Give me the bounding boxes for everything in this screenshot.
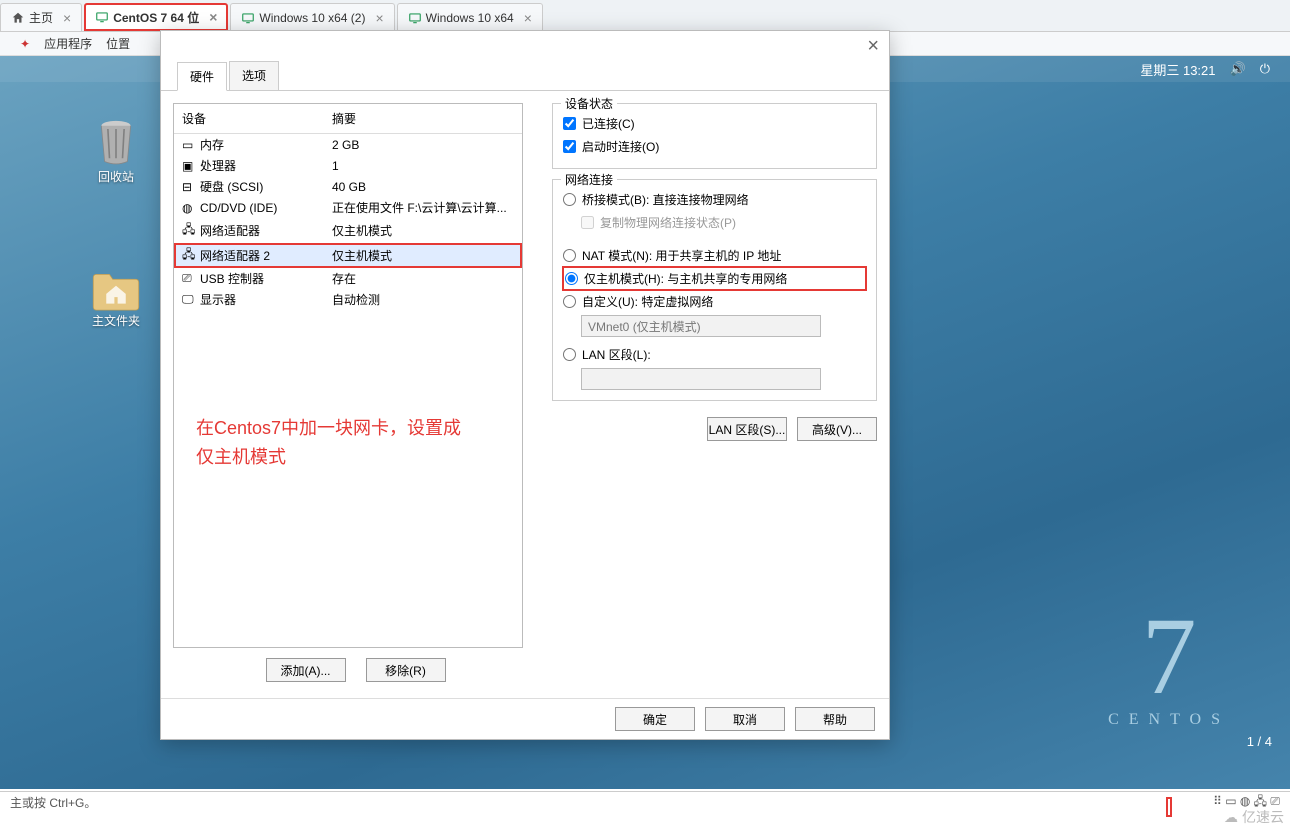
cloud-icon: ☁ xyxy=(1224,809,1238,826)
vm-icon xyxy=(408,11,422,25)
radio-custom[interactable]: 自定义(U): 特定虚拟网络 xyxy=(563,290,866,313)
tab-label: CentOS 7 64 位 xyxy=(113,9,199,26)
hw-row-cd[interactable]: ◍CD/DVD (IDE)正在使用文件 F:\云计算\云计算... xyxy=(174,197,522,218)
menu-position[interactable]: 位置 xyxy=(106,35,130,52)
custom-network-combo: VMnet0 (仅主机模式) xyxy=(581,315,821,337)
radio-bridged[interactable]: 桥接模式(B): 直接连接物理网络 xyxy=(563,188,866,211)
tab-label: 主页 xyxy=(29,9,53,26)
tab-label: Windows 10 x64 xyxy=(426,11,514,25)
tab-hardware[interactable]: 硬件 xyxy=(177,62,227,91)
dialog-body: 设备 摘要 ▭内存2 GB ▣处理器1 ⊟硬盘 (SCSI)40 GB ◍CD/… xyxy=(161,91,889,690)
ok-button[interactable]: 确定 xyxy=(615,707,695,731)
adv-buttons: LAN 区段(S)... 高级(V)... xyxy=(552,411,877,441)
network-connection-group: 网络连接 桥接模式(B): 直接连接物理网络 复制物理网络连接状态(P) NAT… xyxy=(552,179,877,401)
hardware-header: 设备 摘要 xyxy=(174,104,522,134)
settings-right-panel: 设备状态 已连接(C) 启动时连接(O) 网络连接 桥接模式(B): 直接连接物… xyxy=(552,103,877,690)
lan-segments-button[interactable]: LAN 区段(S)... xyxy=(707,417,787,441)
display-icon: 🖵 xyxy=(182,292,200,307)
hw-row-net2[interactable]: 🖧网络适配器 2仅主机模式 xyxy=(174,243,522,268)
vm-tabs-bar: 主页 × CentOS 7 64 位 × Windows 10 x64 (2) … xyxy=(0,0,1290,32)
status-hint: 主或按 Ctrl+G。 xyxy=(10,794,96,811)
radio-nat[interactable]: NAT 模式(N): 用于共享主机的 IP 地址 xyxy=(563,244,866,267)
hw-row-net1[interactable]: 🖧网络适配器仅主机模式 xyxy=(174,218,522,243)
status-bar: 主或按 Ctrl+G。 ⠿ ▭ ◍ 🖧 ⎚ xyxy=(0,791,1290,813)
tab-home[interactable]: 主页 × xyxy=(0,3,82,31)
add-hardware-button[interactable]: 添加(A)... xyxy=(266,658,346,682)
remove-hardware-button[interactable]: 移除(R) xyxy=(366,658,446,682)
close-icon[interactable]: × xyxy=(524,10,532,26)
volume-icon[interactable]: 🔊 xyxy=(1230,61,1246,77)
desktop-icon-home[interactable]: 主文件夹 xyxy=(90,266,142,329)
annotation-text: 在Centos7中加一块网卡，设置成 仅主机模式 xyxy=(196,414,461,472)
centos-text: CENTOS xyxy=(1108,711,1230,729)
col-summary: 摘要 xyxy=(332,110,356,127)
power-icon[interactable]: ⏻ xyxy=(1260,61,1270,77)
centos-logo: 7 CENTOS xyxy=(1108,601,1230,729)
close-icon[interactable]: × xyxy=(209,9,217,25)
memory-icon: ▭ xyxy=(182,138,200,152)
usb-icon: ⎚ xyxy=(182,271,200,286)
tab-win10-2[interactable]: Windows 10 x64 (2) × xyxy=(230,3,394,31)
tab-win10[interactable]: Windows 10 x64 × xyxy=(397,3,543,31)
hw-row-display[interactable]: 🖵显示器自动检测 xyxy=(174,289,522,310)
col-device: 设备 xyxy=(182,110,332,127)
folder-home-icon xyxy=(90,266,142,312)
dialog-close-button[interactable]: × xyxy=(867,35,879,58)
vm-icon xyxy=(241,11,255,25)
hardware-actions: 添加(A)... 移除(R) xyxy=(173,648,538,682)
group-title: 网络连接 xyxy=(561,171,617,188)
vm-settings-dialog: × 硬件 选项 设备 摘要 ▭内存2 GB ▣处理器1 ⊟硬盘 (SCSI)40… xyxy=(160,30,890,740)
cpu-icon: ▣ xyxy=(182,159,200,173)
connect-on-start-checkbox[interactable]: 启动时连接(O) xyxy=(563,135,866,158)
hardware-list-panel: 设备 摘要 ▭内存2 GB ▣处理器1 ⊟硬盘 (SCSI)40 GB ◍CD/… xyxy=(173,103,523,648)
hw-row-memory[interactable]: ▭内存2 GB xyxy=(174,134,522,155)
dialog-tabs: 硬件 选项 xyxy=(161,61,889,91)
cancel-button[interactable]: 取消 xyxy=(705,707,785,731)
tab-label: Windows 10 x64 (2) xyxy=(259,11,365,25)
vm-icon xyxy=(95,10,109,24)
radio-lan-segment[interactable]: LAN 区段(L): xyxy=(563,343,866,366)
home-icon xyxy=(11,11,25,25)
hw-row-hdd[interactable]: ⊟硬盘 (SCSI)40 GB xyxy=(174,176,522,197)
network-icon: 🖧 xyxy=(182,220,200,241)
hardware-list[interactable]: ▭内存2 GB ▣处理器1 ⊟硬盘 (SCSI)40 GB ◍CD/DVD (I… xyxy=(174,134,522,647)
hdd-icon: ⊟ xyxy=(182,180,200,194)
device-state-group: 设备状态 已连接(C) 启动时连接(O) xyxy=(552,103,877,169)
group-title: 设备状态 xyxy=(561,95,617,112)
cd-icon: ◍ xyxy=(182,201,200,215)
watermark: ☁ 亿速云 xyxy=(1224,807,1284,827)
clock-label: 星期三 13:21 xyxy=(1140,60,1215,79)
icon-label: 回收站 xyxy=(98,168,134,185)
page-indicator: 1 / 4 xyxy=(1247,734,1272,749)
trash-icon xyxy=(90,116,142,168)
hw-row-cpu[interactable]: ▣处理器1 xyxy=(174,155,522,176)
icon-label: 主文件夹 xyxy=(92,312,140,329)
close-icon[interactable]: × xyxy=(375,10,383,26)
desktop-icon-trash[interactable]: 回收站 xyxy=(90,116,142,185)
lan-segment-combo xyxy=(581,368,821,390)
close-icon[interactable]: × xyxy=(63,10,71,26)
red-marker xyxy=(1166,797,1172,817)
connected-checkbox[interactable]: 已连接(C) xyxy=(563,112,866,135)
tab-centos7[interactable]: CentOS 7 64 位 × xyxy=(84,3,228,31)
centos-seven: 7 xyxy=(1108,601,1230,711)
advanced-button[interactable]: 高级(V)... xyxy=(797,417,877,441)
menu-apps[interactable]: 应用程序 xyxy=(44,35,92,52)
hw-row-usb[interactable]: ⎚USB 控制器存在 xyxy=(174,268,522,289)
tab-options[interactable]: 选项 xyxy=(229,61,279,90)
network-icon: 🖧 xyxy=(182,245,200,266)
dialog-title-bar: × xyxy=(161,31,889,61)
radio-hostonly[interactable]: 仅主机模式(H): 与主机共享的专用网络 xyxy=(563,267,866,290)
dialog-footer-buttons: 确定 取消 帮助 xyxy=(161,699,889,739)
replicate-physical-checkbox: 复制物理网络连接状态(P) xyxy=(581,211,866,234)
help-button[interactable]: 帮助 xyxy=(795,707,875,731)
